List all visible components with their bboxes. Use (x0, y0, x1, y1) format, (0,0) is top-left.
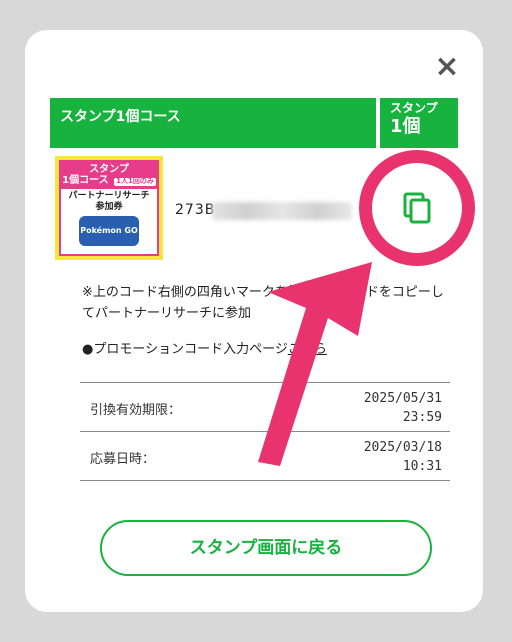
partner-research-ticket-image: スタンプ 1個コース 1人1回のみ パートナーリサーチ 参加券 Pokémon … (55, 156, 163, 260)
details-table: 引換有効期限： 2025/05/31 23:59 応募日時： 2025/03/18… (80, 382, 450, 481)
course-title: スタンプ1個コース (60, 109, 181, 125)
stamp-count: 1個 (390, 116, 421, 138)
applied-label: 応募日時： (90, 452, 156, 467)
back-to-stamp-button[interactable]: スタンプ画面に戻る (100, 520, 432, 576)
ticket-line1: パートナーリサーチ (68, 191, 150, 201)
copy-instruction: ※上のコード右側の四角いマークを押し コードをコピーしてパートナーリサーチに参加 (82, 285, 444, 321)
ticket-badge: 1人1回のみ (114, 177, 156, 186)
copy-button[interactable] (372, 163, 462, 253)
ticket-line2: 参加券 (95, 201, 123, 212)
expiry-value: 2025/05/31 23:59 (363, 391, 442, 425)
applied-value: 2025/03/18 10:31 (363, 440, 442, 474)
ticket-stamp-label: スタンプ (89, 164, 129, 175)
highlight-circle (359, 150, 475, 266)
promo-page-line: ●プロモーションコード入力ページこちら (82, 338, 327, 357)
promo-code-text: 273B (175, 202, 216, 218)
close-icon[interactable]: × (432, 52, 462, 82)
table-row: 引換有効期限： 2025/05/31 23:59 (80, 383, 450, 432)
expiry-label: 引換有効期限： (90, 403, 182, 418)
promo-prefix: ●プロモーションコード入力ページ (82, 342, 288, 357)
pokemon-go-logo: Pokémon GO (79, 215, 139, 246)
stamp-label: スタンプ (390, 101, 438, 115)
course-header: スタンプ1個コース (50, 98, 376, 148)
blurred-code (212, 202, 352, 220)
table-row: 応募日時： 2025/03/18 10:31 (80, 432, 450, 481)
promo-link[interactable]: こちら (288, 342, 327, 357)
stamp-count-header: スタンプ 1個 (380, 98, 458, 148)
copy-icon[interactable] (399, 190, 435, 226)
ticket-course: 1個コース (62, 175, 109, 186)
